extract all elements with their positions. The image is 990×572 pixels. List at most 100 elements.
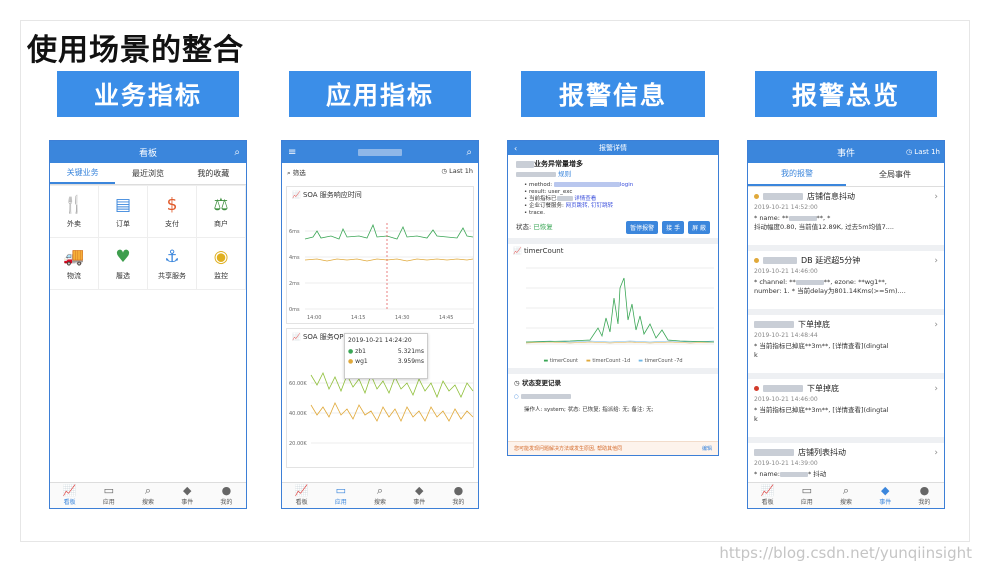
detail-link[interactable]: 详情查看 bbox=[574, 196, 596, 202]
grid-item-label: 履选 bbox=[116, 271, 130, 280]
event-item[interactable]: 店铺信息抖动 2019-10-21 14:52:00 * name: ** **, *… bbox=[748, 187, 944, 251]
nav-dashboard[interactable]: 📈 看板 bbox=[50, 483, 89, 508]
event-item[interactable]: DB 延迟超5分钟 2019-10-21 14:46:00 * channel: *… bbox=[748, 251, 944, 315]
svg-text:20.00K: 20.00K bbox=[289, 441, 307, 447]
event-date: 2019-10-21 14:39:00 bbox=[754, 460, 818, 467]
nav-mine[interactable]: ● 我的 bbox=[207, 483, 246, 508]
nav-mine[interactable]: ● 我的 bbox=[439, 483, 478, 508]
chevron-right-icon: › bbox=[934, 384, 938, 394]
grid-item[interactable]: ◉ 监控 bbox=[197, 238, 246, 290]
event-title: 店铺列表抖动 bbox=[754, 447, 938, 458]
event-item[interactable]: 下单掉底 2019-10-21 14:48:44 * 当前指标已掉底**3m**, … bbox=[748, 315, 944, 379]
nav-search[interactable]: ⌕ 搜索 bbox=[128, 483, 167, 508]
tab-global-events[interactable]: 全局事件 bbox=[846, 163, 944, 186]
alert-bullets: • method: login • result: user_exc • 当前指… bbox=[524, 182, 634, 216]
nav-dashboard[interactable]: 📈 看板 bbox=[748, 483, 787, 508]
svg-text:14:45: 14:45 bbox=[439, 315, 453, 321]
rule-link[interactable]: 规则 bbox=[558, 170, 571, 178]
timercount-chart bbox=[525, 267, 715, 345]
appbar: ‹ 报警详情 bbox=[508, 141, 718, 155]
grid-item-label: 共享服务 bbox=[158, 271, 186, 280]
event-item[interactable]: 下单掉底 2019-10-21 14:46:00 * 当前指标已掉底**3m**, … bbox=[748, 379, 944, 443]
person-icon: ● bbox=[919, 484, 930, 497]
time-range[interactable]: ◷ Last 1h bbox=[441, 167, 473, 178]
legend-item: ▬ timerCount bbox=[543, 358, 578, 364]
nav-search[interactable]: ⌕ 搜索 bbox=[360, 483, 399, 508]
tooltip-time: 2019-10-21 14:24:20 bbox=[348, 337, 412, 344]
grid-item[interactable]: ♥ 履选 bbox=[99, 238, 148, 290]
take-over-button[interactable]: 接 手 bbox=[662, 221, 685, 234]
event-title: 店铺信息抖动 bbox=[754, 191, 938, 202]
grid-item-label: 支付 bbox=[165, 219, 179, 228]
pause-alert-button[interactable]: 暂停报警 bbox=[626, 221, 659, 234]
phone-alert-detail: ‹ 报警详情 业务异常量增多 规则 • method: login • resu… bbox=[507, 140, 719, 456]
response-time-card: 📈 SOA 服务响应时间 6ms 4ms 2ms 0ms 14:00 14:15… bbox=[286, 186, 474, 324]
status-row: 状态: 已恢复 暂停报警 接 手 屏 蔽 bbox=[516, 221, 710, 234]
svg-text:60.00K: 60.00K bbox=[289, 381, 307, 387]
tab-my-alerts[interactable]: 我的报警 bbox=[748, 163, 846, 186]
notice-bar: 您可能发现问题解决方法或发生原因, 帮助其他同 编辑 bbox=[508, 441, 718, 455]
grid-item[interactable]: 🍴 外卖 bbox=[50, 186, 99, 238]
nav-events[interactable]: ◆ 事件 bbox=[400, 483, 439, 508]
edit-link[interactable]: 编辑 bbox=[702, 445, 712, 452]
business-grid: 🍴 外卖 ▤ 订单 $ 支付 ⚖ 商户 🚚 物流 ♥ 履选 ⚓ 共享服务 ◉ 监控 bbox=[50, 185, 246, 290]
slide: 使用场景的整合 业务指标 应用指标 报警信息 报警总览 看板 ⌕ 关键业务 最近… bbox=[20, 20, 970, 542]
status-log: ◷ 状态变更记录 ○ 操作人: system; 状态: 已恢复; 指派给: 无;… bbox=[508, 368, 718, 418]
category-icon: ▤ bbox=[114, 194, 132, 215]
nav-apps[interactable]: ▭ 应用 bbox=[787, 483, 826, 508]
nav-events[interactable]: ◆ 事件 bbox=[866, 483, 905, 508]
back-icon[interactable]: ‹ bbox=[514, 144, 517, 153]
nav-apps[interactable]: ▭ 应用 bbox=[89, 483, 128, 508]
grid-item[interactable]: ⚖ 商户 bbox=[197, 186, 246, 238]
nav-apps[interactable]: ▭ 应用 bbox=[321, 483, 360, 508]
nav-mine[interactable]: ● 我的 bbox=[905, 483, 944, 508]
appbar: 事件 ◷ Last 1h bbox=[748, 141, 944, 163]
grid-item[interactable]: $ 支付 bbox=[148, 186, 197, 238]
chevron-right-icon: › bbox=[934, 192, 938, 202]
tab-recent[interactable]: 最近浏览 bbox=[115, 163, 180, 184]
grid-item-label: 监控 bbox=[214, 271, 228, 280]
nav-dashboard[interactable]: 📈 看板 bbox=[282, 483, 321, 508]
event-body: * name: ** **, * bbox=[754, 214, 831, 222]
tooltip-row: ● wg1 3.959ms bbox=[348, 358, 424, 365]
chart-title: 📈 SOA 服务响应时间 bbox=[292, 191, 362, 199]
grid-item[interactable]: 🚚 物流 bbox=[50, 238, 99, 290]
chevron-right-icon: › bbox=[934, 448, 938, 458]
grid-item[interactable]: ▤ 订单 bbox=[99, 186, 148, 238]
tab-favorites[interactable]: 我的收藏 bbox=[181, 163, 246, 184]
nav-events[interactable]: ◆ 事件 bbox=[168, 483, 207, 508]
severity-dot bbox=[754, 194, 759, 199]
grid-item-label: 订单 bbox=[116, 219, 130, 228]
grid-item[interactable]: ⚓ 共享服务 bbox=[148, 238, 197, 290]
appbar-title: 报警详情 bbox=[599, 144, 627, 152]
filter-button[interactable]: ⌕ 筛选 bbox=[287, 167, 306, 178]
event-body: * 当前指标已掉底**3m**, [详情查看](dingtal bbox=[754, 406, 889, 414]
menu-icon[interactable]: ≡ bbox=[288, 147, 296, 158]
banner-business-metrics: 业务指标 bbox=[57, 71, 239, 117]
tab-key-business[interactable]: 关键业务 bbox=[50, 163, 116, 184]
time-range[interactable]: ◷ Last 1h bbox=[906, 148, 940, 156]
category-icon: ◉ bbox=[213, 246, 229, 267]
jump-link[interactable]: 网页跳转, 钉钉跳转 bbox=[566, 203, 614, 209]
search-icon[interactable]: ⌕ bbox=[466, 147, 472, 158]
monitor-icon: ▭ bbox=[801, 484, 812, 497]
event-title: 下单掉底 bbox=[754, 383, 938, 394]
svg-text:0ms: 0ms bbox=[289, 307, 300, 313]
appbar-title: 看板 bbox=[138, 148, 157, 159]
phone-dashboard: 看板 ⌕ 关键业务 最近浏览 我的收藏 🍴 外卖 ▤ 订单 $ 支付 ⚖ 商户 🚚 物流 ♥ 履选 ⚓ 共… bbox=[49, 140, 247, 509]
mute-button[interactable]: 屏 蔽 bbox=[688, 221, 710, 234]
search-icon[interactable]: ⌕ bbox=[234, 147, 240, 158]
bottom-nav: 📈 看板 ▭ 应用 ⌕ 搜索 ◆ 事件 ● 我的 bbox=[50, 482, 246, 508]
svg-text:14:15: 14:15 bbox=[351, 315, 365, 321]
alert-rule: 规则 bbox=[516, 170, 710, 179]
search-icon: ⌕ bbox=[376, 484, 384, 497]
nav-search[interactable]: ⌕ 搜索 bbox=[826, 483, 865, 508]
flame-icon: ◆ bbox=[414, 484, 424, 497]
monitor-icon: ▭ bbox=[103, 484, 114, 497]
status-badge: 已恢复 bbox=[533, 223, 553, 231]
chart-icon: 📈 bbox=[760, 484, 775, 497]
chart-icon: 📈 bbox=[62, 484, 77, 497]
category-icon: 🍴 bbox=[63, 194, 85, 215]
event-title: 下单掉底 bbox=[754, 319, 938, 330]
tab-bar: 我的报警 全局事件 bbox=[748, 163, 944, 187]
